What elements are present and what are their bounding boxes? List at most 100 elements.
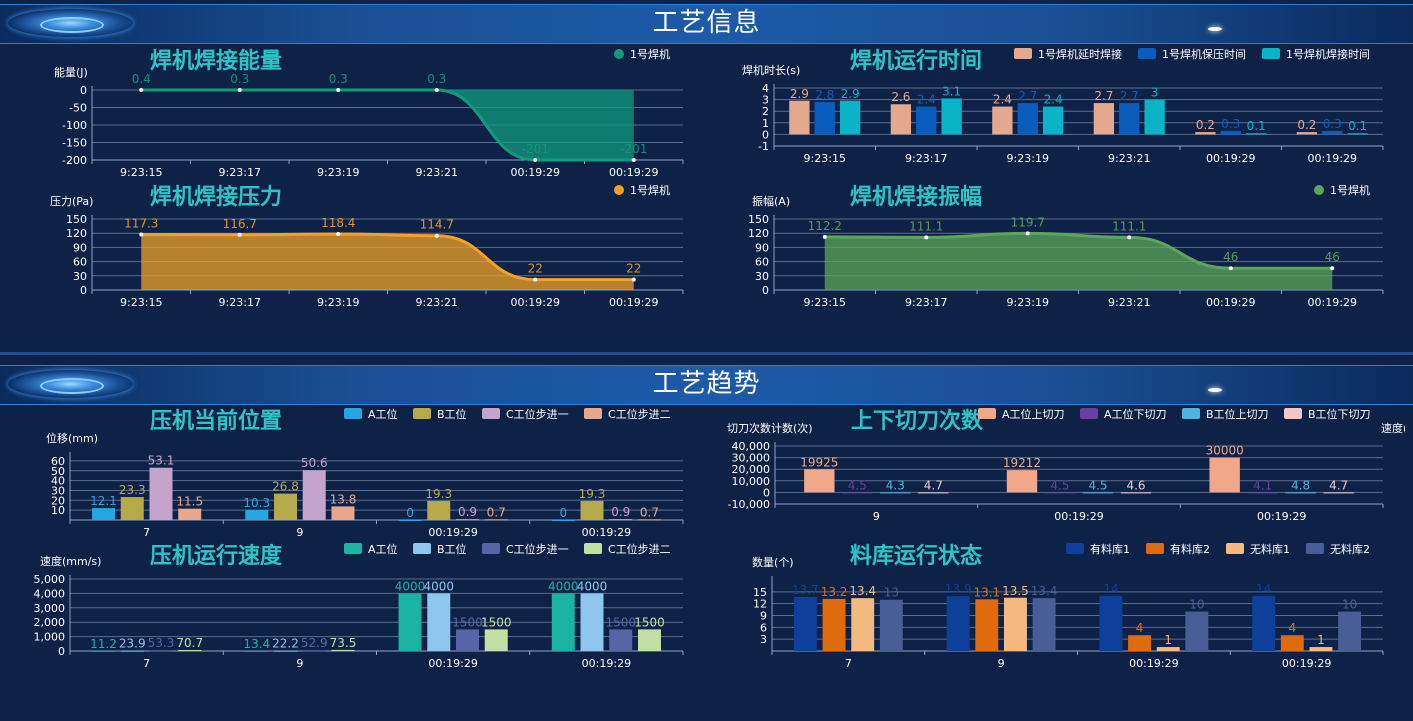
chart-runtime: 焊机运行时间焊机时长(s)1号焊机焊接时间1号焊机保压时间1号焊机延时焊接432… [742, 47, 1384, 165]
legend-label: 1号焊机保压时间 [1162, 47, 1246, 61]
y-tick-label: 150 [66, 213, 87, 226]
bar [1322, 130, 1343, 135]
bar [1338, 611, 1362, 651]
data-label: 116.7 [223, 217, 257, 231]
bar [331, 649, 355, 651]
data-label: 70.7 [176, 636, 203, 650]
y-axis-label-right: 速度(mn [1381, 421, 1405, 435]
y-tick-label: 5,000 [34, 573, 66, 586]
data-label: 2.7 [1094, 89, 1113, 103]
section-title-info: 工艺信息 [652, 8, 761, 38]
data-label: 22 [626, 262, 641, 276]
data-point [533, 277, 538, 282]
data-point [1127, 235, 1132, 240]
data-label: 13.1 [973, 585, 1000, 599]
legend-swatch [978, 408, 996, 419]
bar [1347, 133, 1368, 135]
x-tick-label: 00:19:29 [1129, 657, 1178, 670]
data-point [1228, 266, 1233, 271]
panel-title: 焊机运行时间 [850, 48, 982, 74]
y-tick-label: 3 [760, 633, 767, 646]
data-label: 4000 [395, 579, 426, 593]
data-label: 13.4 [1031, 584, 1058, 598]
legend-label: C工位步进一 [506, 542, 569, 556]
bar [178, 649, 202, 651]
y-tick-label: 30 [755, 270, 769, 283]
legend-label: B工位 [437, 542, 467, 556]
data-label: 53.1 [148, 454, 175, 468]
legend-swatch [1262, 48, 1280, 59]
bar [1006, 470, 1038, 493]
data-point [822, 234, 827, 239]
bar [1220, 130, 1241, 135]
data-label: 0.9 [611, 505, 630, 519]
bar [609, 519, 633, 521]
y-axis-label: 位移(mm) [46, 431, 98, 445]
data-label: 1500 [452, 615, 483, 629]
data-point [237, 232, 242, 237]
legend-label: C工位步进二 [608, 407, 671, 421]
y-tick-label: 30 [73, 270, 87, 283]
data-label: 2.9 [790, 87, 809, 101]
y-tick-label: 2,000 [34, 616, 66, 629]
bar [789, 100, 810, 135]
legend-label: 有料库2 [1170, 542, 1210, 556]
legend-swatch [1314, 185, 1324, 195]
data-label: 4.8 [1291, 478, 1310, 492]
legend-swatch [1014, 48, 1032, 59]
data-label: 23.9 [119, 637, 146, 651]
y-tick-label: -50 [69, 102, 87, 115]
x-tick-label: 00:19:29 [582, 657, 631, 670]
chart-position: 压机当前位置位移(mm)C工位步进二C工位步进一B工位A工位6050403020… [46, 407, 684, 539]
data-point [434, 233, 439, 238]
data-point [1025, 231, 1030, 236]
legend-swatch [344, 543, 362, 554]
data-label: 0.9 [458, 505, 477, 519]
data-label: 46 [1325, 250, 1340, 264]
legend-swatch [1146, 543, 1164, 554]
bar [120, 650, 144, 652]
bar [975, 599, 999, 651]
data-label: 4.5 [1050, 478, 1069, 492]
section-divider [0, 352, 1413, 355]
data-label: 46 [1223, 250, 1238, 264]
bar [1195, 132, 1216, 135]
bar [839, 100, 861, 135]
legend-label: 1号焊机 [630, 183, 670, 197]
data-label: 4 [1288, 621, 1296, 635]
bar [484, 519, 508, 521]
bar [149, 650, 173, 652]
bar [637, 629, 661, 651]
legend-swatch [1306, 543, 1324, 554]
legend-swatch [614, 185, 624, 195]
panel-title: 压机当前位置 [150, 408, 282, 434]
legend-swatch [584, 408, 602, 419]
x-tick-label: 9:23:21 [1108, 296, 1150, 309]
bar [1082, 492, 1114, 494]
data-point [631, 158, 636, 162]
bar [1247, 492, 1278, 494]
x-tick-label: 9:23:17 [905, 152, 947, 165]
data-label: 4000 [577, 579, 608, 593]
y-tick-label: -10,000 [728, 498, 770, 511]
data-label: 13.7 [792, 583, 819, 597]
legend-label: B工位 [437, 407, 467, 421]
bar [245, 509, 269, 520]
bar [274, 650, 298, 652]
data-label: 2.9 [841, 87, 860, 101]
y-tick-label: 0 [58, 645, 65, 658]
bar [398, 593, 422, 651]
legend-label: 无料库2 [1330, 542, 1370, 556]
bar [551, 593, 575, 651]
bar [879, 599, 903, 651]
data-label: 10 [1342, 598, 1357, 612]
data-label: 4.7 [924, 478, 943, 492]
data-label: 0.7 [640, 505, 659, 519]
legend-label: 1号焊机 [630, 47, 670, 61]
data-label: 0.3 [1221, 117, 1240, 131]
x-tick-label: 9:23:19 [1007, 296, 1049, 309]
x-tick-label: 00:19:29 [1282, 657, 1331, 670]
data-label: 13.9 [945, 582, 972, 596]
bar [551, 520, 575, 521]
data-label: 13 [884, 586, 899, 600]
